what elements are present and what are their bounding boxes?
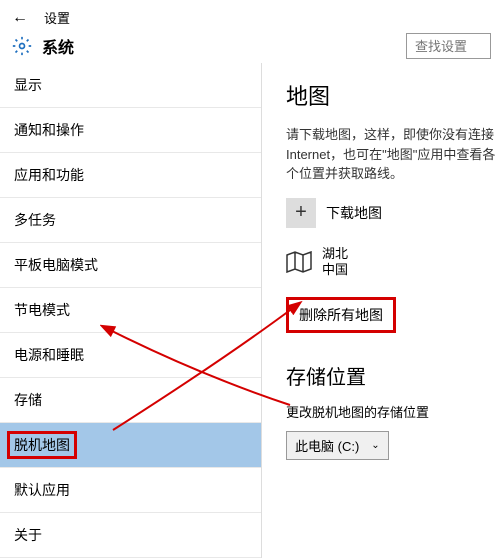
maps-description: 请下载地图，这样，即使你没有连接 Internet，也可在"地图"应用中查看各个… bbox=[286, 125, 503, 184]
map-fold-icon bbox=[286, 251, 312, 273]
location-country: 中国 bbox=[322, 262, 348, 279]
plus-icon: + bbox=[295, 201, 307, 224]
back-arrow-icon[interactable]: ← bbox=[12, 9, 28, 27]
chevron-down-icon: ⌄ bbox=[371, 440, 379, 451]
sidebar-item-tablet[interactable]: 平板电脑模式 bbox=[0, 243, 261, 288]
sidebar-item-about[interactable]: 关于 bbox=[0, 513, 261, 558]
search-input[interactable] bbox=[406, 33, 491, 59]
sidebar-item-multitask[interactable]: 多任务 bbox=[0, 198, 261, 243]
sidebar-item-storage[interactable]: 存储 bbox=[0, 378, 261, 423]
location-region: 湖北 bbox=[322, 246, 348, 263]
sidebar-item-default-apps[interactable]: 默认应用 bbox=[0, 468, 261, 513]
sidebar-item-notifications[interactable]: 通知和操作 bbox=[0, 108, 261, 153]
sidebar-item-battery[interactable]: 节电模式 bbox=[0, 288, 261, 333]
storage-heading: 存储位置 bbox=[286, 361, 503, 390]
sidebar-item-display[interactable]: 显示 bbox=[0, 63, 261, 108]
download-map-button[interactable]: + bbox=[286, 198, 316, 228]
sidebar-item-apps[interactable]: 应用和功能 bbox=[0, 153, 261, 198]
maps-heading: 地图 bbox=[286, 79, 503, 111]
download-label: 下载地图 bbox=[326, 203, 382, 223]
storage-description: 更改脱机地图的存储位置 bbox=[286, 402, 503, 421]
gear-icon bbox=[12, 36, 32, 56]
delete-all-maps-button[interactable]: 删除所有地图 bbox=[286, 297, 396, 333]
sidebar: 显示 通知和操作 应用和功能 多任务 平板电脑模式 节电模式 电源和睡眠 存储 … bbox=[0, 63, 262, 558]
storage-location-select[interactable]: 此电脑 (C:) ⌄ bbox=[286, 431, 389, 460]
location-row[interactable]: 湖北 中国 bbox=[286, 246, 503, 280]
annotation-highlight: 脱机地图 bbox=[7, 431, 77, 459]
sidebar-item-offline-maps[interactable]: 脱机地图 bbox=[0, 423, 261, 468]
sidebar-item-power[interactable]: 电源和睡眠 bbox=[0, 333, 261, 378]
page-title: 系统 bbox=[42, 34, 74, 58]
breadcrumb: 设置 bbox=[44, 8, 70, 27]
